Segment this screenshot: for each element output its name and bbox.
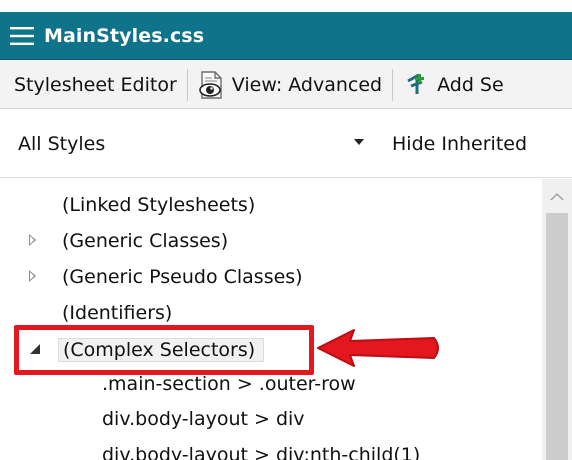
expand-triangle-icon[interactable] bbox=[27, 270, 41, 284]
annotation-arrow-icon bbox=[317, 329, 439, 367]
scroll-up-arrow-icon[interactable] bbox=[550, 193, 564, 200]
hide-inherited-button[interactable]: Hide Inherited bbox=[386, 131, 533, 157]
expand-triangle-icon[interactable] bbox=[27, 234, 41, 248]
add-selector-label: Add Se bbox=[437, 73, 504, 96]
tree-item-generic-pseudo-classes[interactable]: (Generic Pseudo Classes) bbox=[24, 261, 303, 293]
toolbar: Stylesheet Editor View: Advanced Add Se bbox=[0, 61, 572, 109]
eye-document-icon bbox=[194, 68, 228, 102]
tree-item-label: div.body-layout > div:nth-child(1) bbox=[102, 444, 421, 460]
tree-item-selector[interactable]: div.body-layout > div:nth-child(1) bbox=[102, 439, 420, 460]
style-scope-dropdown[interactable]: All Styles bbox=[18, 129, 364, 159]
filter-bar: All Styles Hide Inherited bbox=[0, 110, 572, 178]
tree-item-selector[interactable]: div.body-layout > div bbox=[102, 403, 305, 435]
add-selector-button[interactable]: Add Se bbox=[399, 61, 508, 108]
scrollbar-thumb[interactable] bbox=[546, 213, 568, 460]
window-title: MainStyles.css bbox=[44, 24, 205, 47]
hamburger-menu-icon[interactable] bbox=[0, 12, 44, 60]
stylesheet-editor-label: Stylesheet Editor bbox=[14, 73, 177, 96]
tree-item-linked-stylesheets[interactable]: (Linked Stylesheets) bbox=[62, 189, 255, 221]
toolbar-separator bbox=[392, 68, 394, 101]
view-advanced-button[interactable]: View: Advanced bbox=[194, 61, 386, 108]
hide-inherited-label: Hide Inherited bbox=[392, 132, 528, 155]
view-mode-label: View: Advanced bbox=[231, 73, 383, 96]
tree-item-label: (Generic Classes) bbox=[62, 230, 229, 252]
annotation-highlight-box bbox=[14, 325, 314, 375]
dropdown-arrow-icon bbox=[354, 138, 364, 145]
title-bar: MainStyles.css bbox=[0, 12, 572, 60]
tree-item-label: (Linked Stylesheets) bbox=[62, 194, 256, 216]
style-tree: (Linked Stylesheets) (Generic Classes) (… bbox=[0, 179, 572, 460]
vertical-scrollbar[interactable] bbox=[542, 179, 572, 460]
add-selector-icon bbox=[399, 68, 433, 102]
tree-item-label: .main-section > .outer-row bbox=[102, 373, 356, 395]
toolbar-separator bbox=[186, 68, 188, 101]
stylesheet-editor-button[interactable]: Stylesheet Editor bbox=[0, 61, 181, 108]
tree-item-label: div.body-layout > div bbox=[102, 408, 305, 430]
tree-item-label: (Generic Pseudo Classes) bbox=[62, 266, 303, 288]
tree-item-label: (Identifiers) bbox=[62, 302, 173, 324]
tree-item-generic-classes[interactable]: (Generic Classes) bbox=[24, 225, 228, 257]
style-scope-value: All Styles bbox=[18, 132, 106, 155]
